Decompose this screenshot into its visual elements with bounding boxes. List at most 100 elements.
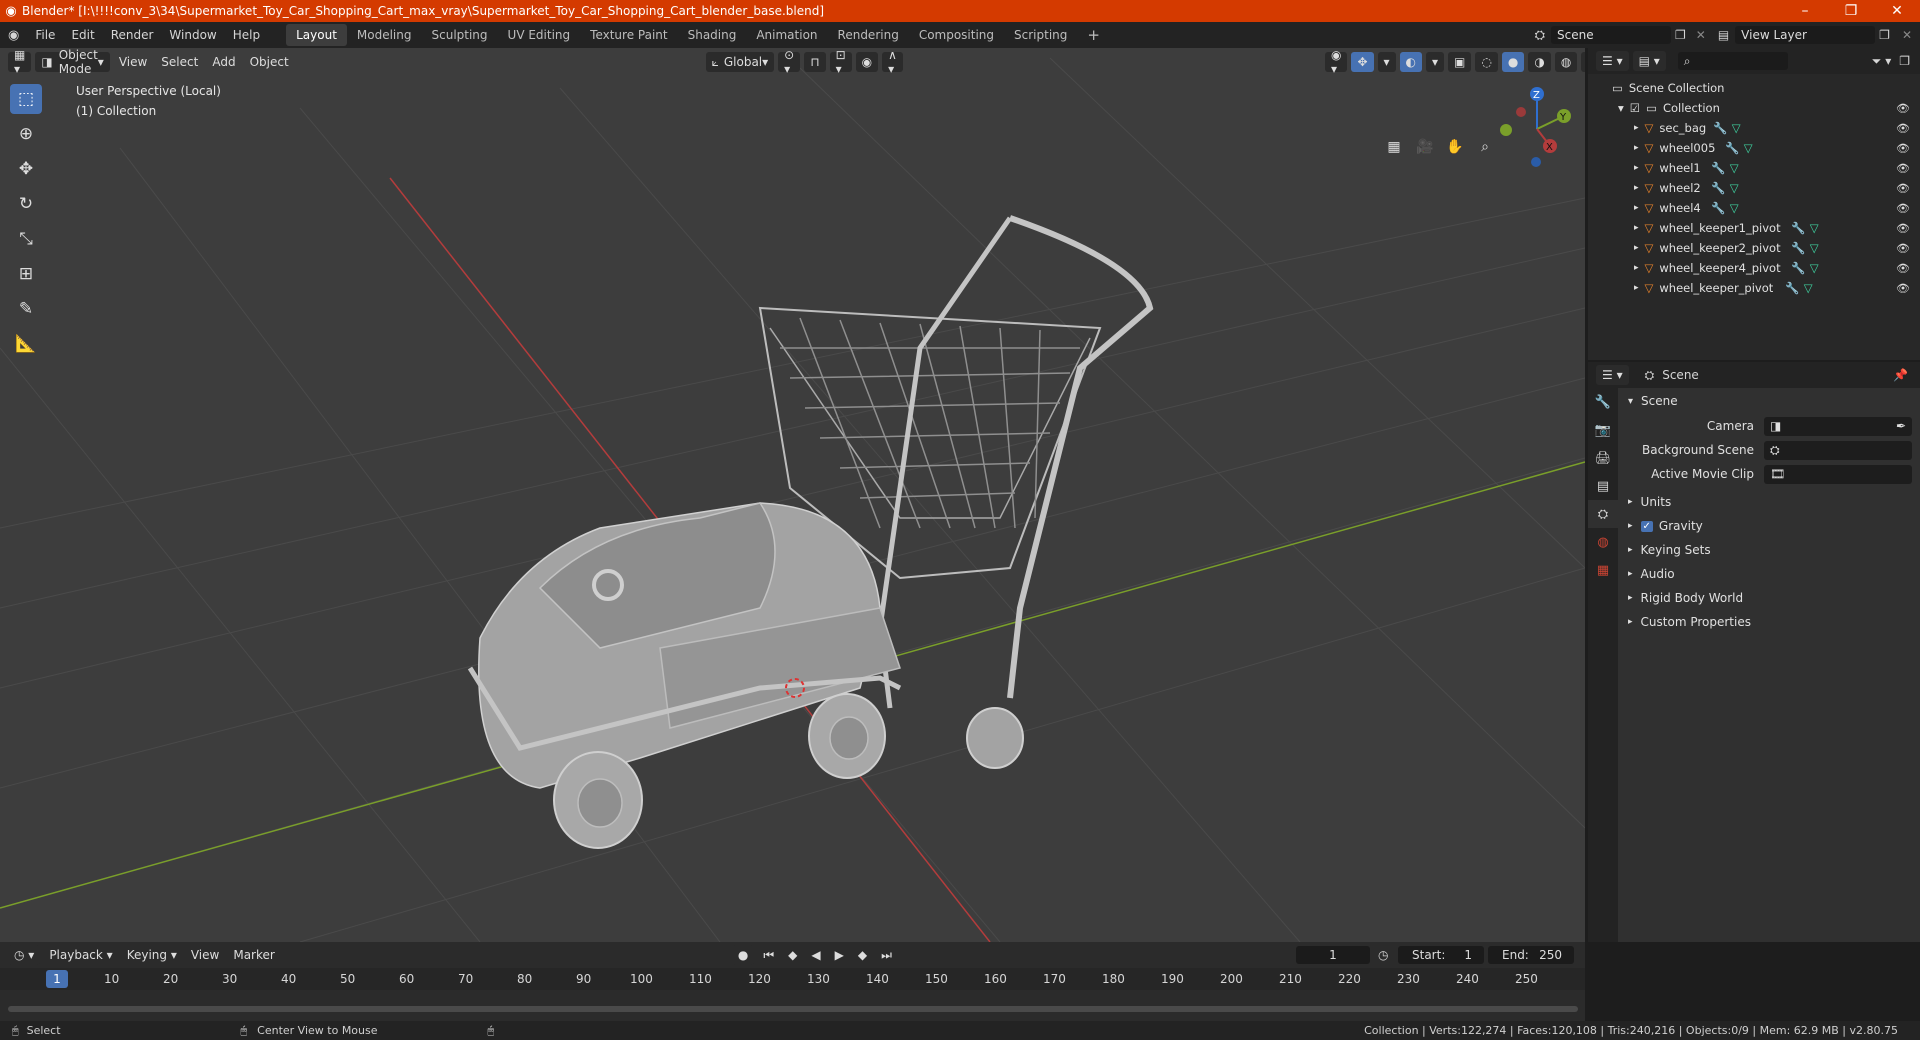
menu-help[interactable]: Help (225, 28, 268, 42)
frame-ruler[interactable]: 1 10 20 30 40 50 60 70 80 90 100 110 120… (0, 968, 1585, 990)
eye-icon[interactable]: 👁 (1896, 162, 1910, 175)
overlays-toggle-icon[interactable]: ◐ (1399, 52, 1423, 72)
selectability-icon[interactable]: ◉ ▾ (1324, 48, 1348, 76)
measure-tool-icon[interactable]: 📐 (10, 329, 42, 359)
transform-tool-icon[interactable]: ⊞ (10, 259, 42, 289)
expand-arrow-icon[interactable]: ▸ (1634, 283, 1639, 293)
eye-icon[interactable]: 👁 (1896, 242, 1910, 255)
new-collection-icon[interactable]: ❐ (1895, 54, 1914, 68)
collection-row[interactable]: ▾ ☑ ▭ Collection 👁 (1588, 98, 1920, 118)
modifier-wrench-icon[interactable]: 🔧 (1711, 161, 1725, 175)
viewport-menu-view[interactable]: View (112, 55, 154, 69)
viewport-menu-add[interactable]: Add (205, 55, 242, 69)
scene-icon[interactable]: ⛭ (1529, 28, 1551, 43)
timeline-menu-marker[interactable]: Marker (226, 948, 281, 962)
object-mode-dropdown[interactable]: ◨ Object Mode ▾ (35, 48, 110, 76)
modifier-wrench-icon[interactable]: 🔧 (1725, 141, 1739, 155)
view-layer-icon[interactable]: ▤ (1712, 28, 1735, 42)
keying-sets-subpanel[interactable]: ▸ Keying Sets (1620, 538, 1920, 562)
outliner-item[interactable]: ▸ ▽ wheel1 🔧 ▽ 👁 (1588, 158, 1920, 178)
units-subpanel[interactable]: ▸ Units (1620, 490, 1920, 514)
mesh-data-icon[interactable]: ▽ (1730, 161, 1739, 175)
annotate-tool-icon[interactable]: ✎ (10, 294, 42, 324)
expand-arrow-icon[interactable]: ▾ (1618, 101, 1624, 115)
timeline-menu-view[interactable]: View (184, 948, 226, 962)
close-button[interactable]: ✕ (1874, 3, 1920, 19)
falloff-button[interactable]: ∧ ▾ (882, 48, 903, 76)
eye-icon[interactable]: 👁 (1896, 142, 1910, 155)
expand-arrow-icon[interactable]: ▸ (1628, 521, 1633, 531)
outliner-item[interactable]: ▸ ▽ wheel_keeper4_pivot 🔧 ▽ 👁 (1588, 258, 1920, 278)
modifier-wrench-icon[interactable]: 🔧 (1713, 121, 1727, 135)
render-tab-icon[interactable]: 📷 (1588, 416, 1618, 444)
move-tool-icon[interactable]: ✥ (10, 154, 42, 184)
expand-arrow-icon[interactable]: ▾ (1628, 396, 1633, 407)
minimize-button[interactable]: – (1782, 3, 1828, 19)
proportional-edit-icon[interactable]: ◉ (855, 52, 879, 72)
delete-view-layer-icon[interactable]: ✕ (1894, 28, 1920, 42)
prev-keyframe-icon[interactable]: ◆ (781, 948, 804, 962)
expand-arrow-icon[interactable]: ▸ (1634, 243, 1639, 253)
expand-arrow-icon[interactable]: ▸ (1634, 223, 1639, 233)
play-icon[interactable]: ▶ (828, 948, 851, 962)
toy-car-shopping-cart-model[interactable] (467, 215, 1154, 849)
view-layer-selector[interactable]: View Layer (1735, 26, 1876, 44)
viewport-scene[interactable] (0, 48, 1585, 942)
expand-arrow-icon[interactable]: ▸ (1628, 545, 1633, 555)
outliner-editor-type-icon[interactable]: ☰ ▾ (1596, 51, 1629, 71)
outliner-item[interactable]: ▸ ▽ wheel_keeper2_pivot 🔧 ▽ 👁 (1588, 238, 1920, 258)
timeline-menu-keying[interactable]: Keying ▾ (120, 948, 184, 962)
eye-icon[interactable]: 👁 (1896, 262, 1910, 275)
modifier-wrench-icon[interactable]: 🔧 (1785, 281, 1799, 295)
scene-tab-icon[interactable]: ⛭ (1588, 500, 1618, 528)
modifier-wrench-icon[interactable]: 🔧 (1711, 181, 1725, 195)
modifier-wrench-icon[interactable]: 🔧 (1711, 201, 1725, 215)
mesh-data-icon[interactable]: ▽ (1804, 281, 1813, 295)
editor-type-button[interactable]: ▦ ▾ (8, 48, 32, 76)
eye-icon[interactable]: 👁 (1896, 202, 1910, 215)
workspace-tab-shading[interactable]: Shading (678, 24, 747, 46)
jump-start-icon[interactable]: ⏮ (756, 948, 781, 963)
transform-orientation-dropdown[interactable]: ⟀ Global ▾ (705, 52, 775, 72)
modifier-wrench-icon[interactable]: 🔧 (1791, 241, 1805, 255)
expand-arrow-icon[interactable]: ▸ (1628, 569, 1633, 579)
end-frame-field[interactable]: End: 250 (1488, 946, 1574, 964)
navigation-gizmo[interactable]: Z Y X (1492, 84, 1582, 174)
outliner-item[interactable]: ▸ ▽ sec_bag 🔧 ▽ 👁 (1588, 118, 1920, 138)
mesh-data-icon[interactable]: ▽ (1810, 261, 1819, 275)
gravity-subpanel[interactable]: ▸ ✓ Gravity (1620, 514, 1920, 538)
collection-checkbox[interactable]: ☑ (1630, 101, 1640, 115)
expand-arrow-icon[interactable]: ▸ (1628, 497, 1633, 507)
shading-dropdown[interactable]: ▾ (1581, 52, 1585, 72)
outliner-search-input[interactable]: ⌕ (1677, 52, 1788, 70)
expand-arrow-icon[interactable]: ▸ (1634, 123, 1639, 133)
mesh-data-icon[interactable]: ▽ (1744, 141, 1753, 155)
mesh-data-icon[interactable]: ▽ (1730, 181, 1739, 195)
delete-scene-icon[interactable]: ✕ (1690, 28, 1712, 42)
expand-arrow-icon[interactable]: ▸ (1634, 203, 1639, 213)
scene-collection-row[interactable]: ▭ Scene Collection (1588, 78, 1920, 98)
expand-arrow-icon[interactable]: ▸ (1634, 263, 1639, 273)
viewport-menu-select[interactable]: Select (154, 55, 205, 69)
outliner-item[interactable]: ▸ ▽ wheel4 🔧 ▽ 👁 (1588, 198, 1920, 218)
new-view-layer-icon[interactable]: ❐ (1875, 28, 1894, 42)
tool-tab-icon[interactable]: 🔧 (1588, 388, 1618, 416)
outliner-item[interactable]: ▸ ▽ wheel_keeper_pivot 🔧 ▽ 👁 (1588, 278, 1920, 298)
eye-icon[interactable]: 👁 (1896, 102, 1910, 115)
properties-editor-type-icon[interactable]: ☰ ▾ (1596, 365, 1629, 385)
scene-selector[interactable]: Scene (1551, 26, 1671, 44)
timeline-editor-type-icon[interactable]: ◷ ▾ (8, 945, 41, 965)
blender-menu-icon[interactable]: ◉ (0, 28, 27, 43)
texture-tab-icon[interactable]: ▦ (1588, 556, 1618, 584)
current-frame-field[interactable]: 1 (1296, 946, 1370, 964)
eyedropper-icon[interactable]: ✒ (1896, 419, 1906, 433)
modifier-wrench-icon[interactable]: 🔧 (1791, 221, 1805, 235)
output-tab-icon[interactable]: 🖨 (1588, 444, 1618, 472)
jump-end-icon[interactable]: ⏭ (874, 948, 899, 963)
preview-range-icon[interactable]: ◷ (1378, 948, 1388, 962)
rotate-tool-icon[interactable]: ↻ (10, 189, 42, 219)
audio-subpanel[interactable]: ▸ Audio (1620, 562, 1920, 586)
menu-file[interactable]: File (27, 28, 63, 42)
menu-window[interactable]: Window (161, 28, 224, 42)
pivot-point-button[interactable]: ⊙ ▾ (778, 48, 801, 76)
